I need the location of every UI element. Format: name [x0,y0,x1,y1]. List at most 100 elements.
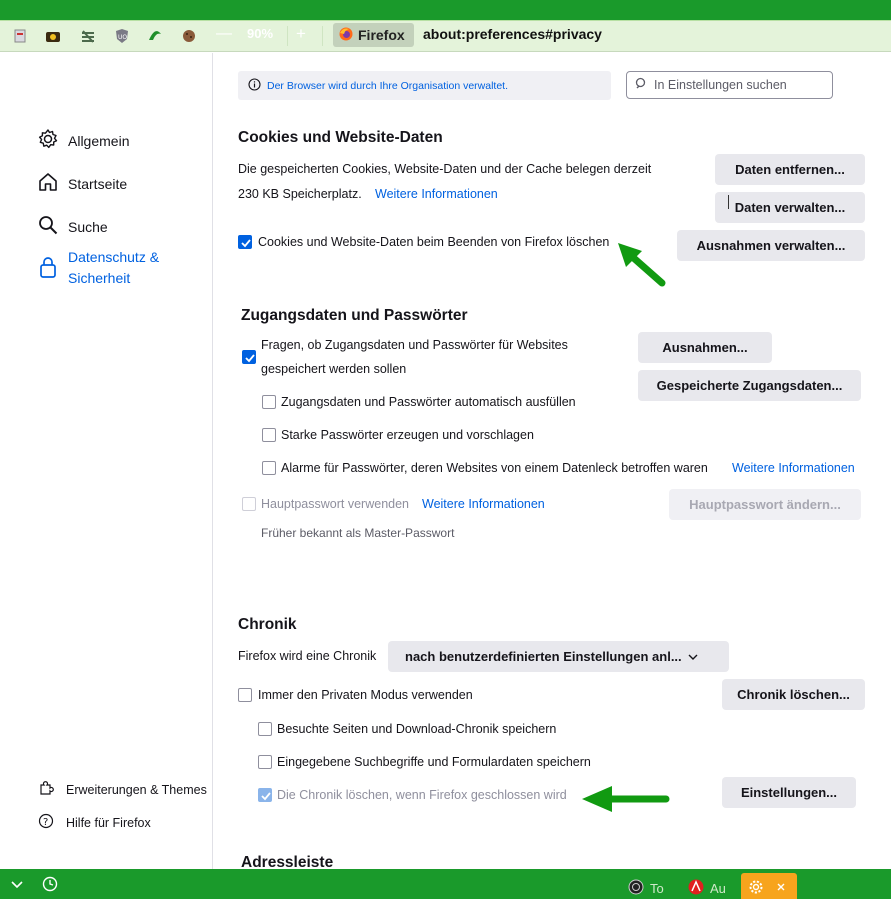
generate-passwords-label[interactable]: Starke Passwörter erzeugen und vorschlag… [281,428,534,442]
cookies-usage-size: 230 KB Speicherplatz. [238,187,362,201]
annotation-arrow [582,786,670,812]
chevron-down-icon [688,649,698,664]
identity-box[interactable]: Firefox [333,23,414,47]
lock-icon [37,255,59,282]
gear-icon [748,879,764,895]
window-title-bar [0,0,891,20]
toolbar-separator [287,26,288,46]
adobe-icon [688,879,704,898]
primary-password-label[interactable]: Hauptpasswort verwenden [261,497,409,511]
settings-search-input[interactable]: In Einstellungen suchen [626,71,833,99]
logins-heading: Zugangsdaten und Passwörter [241,307,468,324]
preferences-content: Der Browser wird durch Ihre Organisation… [214,53,891,869]
private-mode-label[interactable]: Immer den Privaten Modus verwenden [258,688,473,702]
annotation-arrow [618,243,666,287]
history-mode-select[interactable]: nach benutzerdefinierten Einstellungen a… [388,641,729,672]
clear-data-button[interactable]: Daten entfernen... [715,154,865,185]
taskbar-item-adobe[interactable]: Au [688,879,726,898]
policies-notice: Der Browser wird durch Ihre Organisation… [238,71,611,100]
manage-exceptions-button[interactable]: Ausnahmen verwalten... [677,230,865,261]
delete-on-close-checkbox[interactable] [238,235,252,249]
private-mode-checkbox[interactable] [238,688,252,702]
primary-password-checkbox[interactable] [242,497,256,511]
sidebar-item-general[interactable]: Allgemein [37,128,129,153]
chevron-down-icon[interactable] [9,877,25,893]
remember-history-checkbox[interactable] [258,722,272,736]
remember-forms-checkbox[interactable] [258,755,272,769]
addressbar-heading: Adressleiste [241,854,334,869]
sidebar-item-search[interactable]: Suche [37,214,108,239]
policies-link[interactable]: Der Browser wird durch Ihre Organisation… [267,80,508,92]
sidebar-item-label: Erweiterungen & Themes [66,782,207,797]
search-icon [635,77,648,93]
firefox-window: { "toolbar": { "zoom_minus": "—", "zoom_… [0,0,891,899]
taskbar-item-label: To [650,881,664,896]
identity-label: Firefox [358,27,405,43]
history-settings-button[interactable]: Einstellungen... [722,777,856,808]
sidebar-item-help[interactable]: ? Hilfe für Firefox [38,813,151,832]
change-primary-password-button[interactable]: Hauptpasswort ändern... [669,489,861,520]
sidebar-item-label: Allgemein [68,132,130,149]
firefox-logo-icon [339,27,353,44]
info-icon [248,77,261,94]
sidebar-item-label: Startseite [68,175,128,192]
clock-icon[interactable] [42,876,58,892]
autofill-label[interactable]: Zugangsdaten und Passwörter automatisch … [281,395,576,409]
zoom-out-button[interactable]: — [216,25,232,43]
sidebar-item-label: Datenschutz & Sicherheit [68,249,160,286]
saved-logins-button[interactable]: Gespeicherte Zugangsdaten... [638,370,861,401]
remember-forms-label[interactable]: Eingegebene Suchbegriffe und Formulardat… [277,755,591,769]
generate-passwords-checkbox[interactable] [262,428,276,442]
svg-text:?: ? [43,817,48,828]
gear-icon [37,128,59,153]
search-icon [37,214,59,239]
clear-on-close-checkbox[interactable] [258,788,272,802]
extension-icon[interactable] [12,28,28,44]
cookie-extension-icon[interactable] [181,28,197,44]
breach-alerts-label[interactable]: Alarme für Passwörter, deren Websites vo… [281,461,708,475]
sidebar-item-privacy[interactable]: Datenschutz & Sicherheit [37,247,178,289]
toolbar-separator [322,26,323,46]
breach-more-info-link[interactable]: Weitere Informationen [732,461,855,475]
zoom-in-button[interactable]: + [296,24,306,44]
text-cursor [728,195,729,209]
search-placeholder: In Einstellungen suchen [654,78,787,92]
history-mode-label: Firefox wird eine Chronik [238,649,377,663]
ask-to-save-label[interactable]: Fragen, ob Zugangsdaten und Passwörter f… [261,338,568,352]
sidebar-item-addons[interactable]: Erweiterungen & Themes [38,780,207,799]
close-icon[interactable] [773,879,789,895]
taskbar-item-tor[interactable]: To [628,879,664,898]
autofill-checkbox[interactable] [262,395,276,409]
ask-to-save-checkbox[interactable] [242,350,256,364]
clear-history-button[interactable]: Chronik löschen... [722,679,865,710]
cookies-more-info-link[interactable]: Weitere Informationen [375,187,498,201]
ask-to-save-label-line2[interactable]: gespeichert werden sollen [261,362,406,376]
clear-on-close-label[interactable]: Die Chronik löschen, wenn Firefox geschl… [277,788,567,802]
puzzle-icon [38,780,54,799]
taskbar-item-label: Au [710,881,726,896]
url-bar[interactable] [330,22,891,48]
history-heading: Chronik [238,616,297,633]
network-extension-icon[interactable] [80,28,96,44]
zoom-level[interactable]: 90% [247,26,273,41]
manage-data-button[interactable]: Daten verwalten... [715,192,865,223]
shield-extension-icon[interactable] [147,28,163,44]
login-exceptions-button[interactable]: Ausnahmen... [638,332,772,363]
sidebar-item-home[interactable]: Startseite [37,171,127,196]
help-icon: ? [38,813,54,832]
ublock-icon[interactable]: UO [114,28,130,44]
history-mode-value: nach benutzerdefinierten Einstellungen a… [405,649,682,664]
home-icon [37,171,59,196]
sidebar-item-label: Suche [68,218,108,235]
svg-text:UO: UO [118,34,127,41]
remember-history-label[interactable]: Besuchte Seiten und Download-Chronik spe… [277,722,556,736]
tor-icon [628,879,644,898]
breach-alerts-checkbox[interactable] [262,461,276,475]
sidebar-item-label: Hilfe für Firefox [66,815,151,830]
camera-extension-icon[interactable] [45,28,61,44]
delete-on-close-label[interactable]: Cookies und Website-Daten beim Beenden v… [258,235,609,249]
cookies-heading: Cookies und Website-Daten [238,129,443,146]
url-text[interactable]: about:preferences#privacy [423,26,602,42]
primary-password-note: Früher bekannt als Master-Passwort [261,526,455,540]
primary-more-info-link[interactable]: Weitere Informationen [422,497,545,511]
